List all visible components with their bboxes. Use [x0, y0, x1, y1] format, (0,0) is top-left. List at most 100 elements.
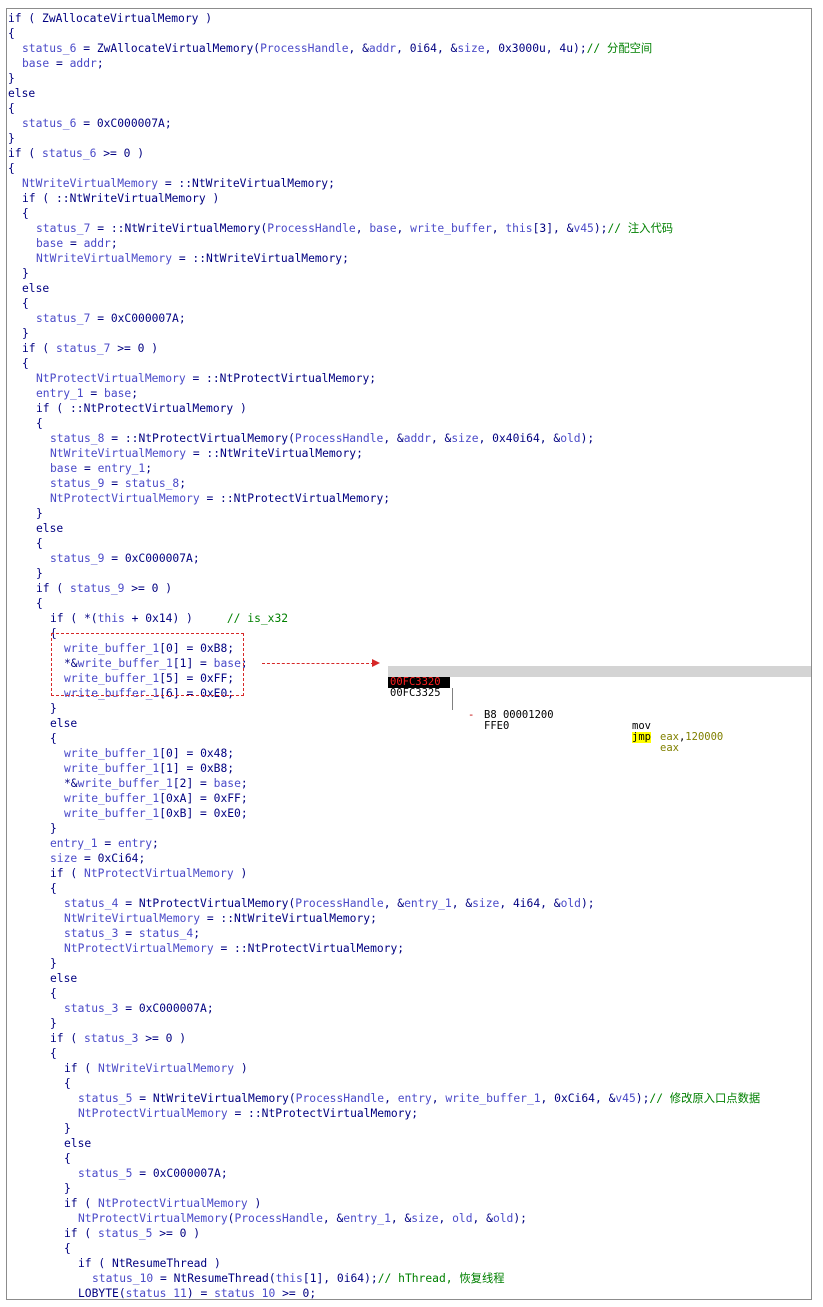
code-line[interactable]: if ( NtProtectVirtualMemory ) — [64, 1196, 261, 1211]
code-line[interactable]: { — [50, 731, 57, 746]
code-punct: = — [104, 477, 125, 490]
code-line[interactable]: } — [8, 71, 15, 86]
code-line[interactable]: { — [50, 1046, 57, 1061]
code-line[interactable]: { — [64, 1241, 71, 1256]
code-line[interactable]: { — [36, 596, 43, 611]
code-variable: status_3 — [84, 1032, 139, 1045]
code-line[interactable]: if ( ::NtProtectVirtualMemory ) — [36, 401, 247, 416]
code-line[interactable]: if ( status_5 >= 0 ) — [64, 1226, 200, 1241]
disasm-row[interactable]: 00FC3320 B8 00001200 mov eax,120000 — [388, 666, 811, 743]
code-line[interactable]: { — [50, 881, 57, 896]
code-line[interactable]: NtProtectVirtualMemory = ::NtProtectVirt… — [50, 491, 390, 506]
code-line[interactable]: NtWriteVirtualMemory = ::NtWriteVirtualM… — [22, 176, 335, 191]
code-function: NtWriteVirtualMemory — [124, 222, 261, 235]
code-line[interactable]: status_6 = 0xC000007A; — [22, 116, 172, 131]
code-line[interactable]: if ( status_3 >= 0 ) — [50, 1031, 186, 1046]
code-line[interactable]: } — [64, 1181, 71, 1196]
code-punct: if ( — [22, 342, 57, 355]
code-line[interactable]: base = addr; — [22, 56, 104, 71]
code-line[interactable]: { — [50, 986, 57, 1001]
code-punct: ); — [593, 222, 608, 235]
code-line[interactable]: NtWriteVirtualMemory = ::NtWriteVirtualM… — [50, 446, 363, 461]
code-line[interactable]: { — [22, 206, 29, 221]
code-line[interactable]: if ( NtProtectVirtualMemory ) — [50, 866, 247, 881]
code-variable: write_buffer_1 — [445, 1092, 541, 1105]
code-line[interactable]: status_9 = status_8; — [50, 476, 186, 491]
code-line[interactable]: status_6 = ZwAllocateVirtualMemory(Proce… — [22, 41, 652, 56]
code-line[interactable]: { — [8, 101, 15, 116]
code-line[interactable]: entry_1 = entry; — [50, 836, 159, 851]
code-line[interactable]: } — [36, 566, 43, 581]
code-line[interactable]: status_5 = 0xC000007A; — [78, 1166, 228, 1181]
code-line[interactable]: NtProtectVirtualMemory = ::NtProtectVirt… — [78, 1106, 418, 1121]
code-line[interactable]: NtProtectVirtualMemory = ::NtProtectVirt… — [36, 371, 376, 386]
code-line[interactable]: } — [50, 701, 57, 716]
code-line[interactable]: status_9 = 0xC000007A; — [50, 551, 200, 566]
code-line[interactable]: } — [50, 956, 57, 971]
code-line[interactable]: if ( status_9 >= 0 ) — [36, 581, 172, 596]
code-variable: status_6 — [42, 147, 97, 160]
code-line[interactable]: { — [22, 296, 29, 311]
code-variable: this — [97, 612, 125, 625]
code-line[interactable]: base = entry_1; — [50, 461, 152, 476]
code-line[interactable]: status_8 = ::NtProtectVirtualMemory(Proc… — [50, 431, 594, 446]
code-punct: = :: — [186, 447, 221, 460]
code-line[interactable]: if ( *(this + 0x14) ) // is_x32 — [50, 611, 288, 626]
code-line[interactable]: } — [36, 506, 43, 521]
code-line[interactable]: status_3 = 0xC000007A; — [64, 1001, 214, 1016]
code-line[interactable]: write_buffer_1[0xA] = 0xFF; — [64, 791, 248, 806]
code-line[interactable]: NtProtectVirtualMemory = ::NtProtectVirt… — [64, 941, 404, 956]
code-line[interactable]: } — [22, 326, 29, 341]
code-line[interactable]: entry_1 = base; — [36, 386, 138, 401]
code-line[interactable]: base = addr; — [36, 236, 118, 251]
code-number: 0i64 — [409, 42, 437, 55]
code-line[interactable]: status_7 = 0xC000007A; — [36, 311, 186, 326]
code-line[interactable]: LOBYTE(status_11) = status_10 >= 0; — [78, 1286, 316, 1299]
code-punct: ; — [110, 237, 118, 250]
code-line[interactable]: if ( NtResumeThread ) — [78, 1256, 221, 1271]
code-punct: , & — [383, 432, 404, 445]
code-line[interactable]: if ( NtWriteVirtualMemory ) — [64, 1061, 248, 1076]
code-line[interactable]: size = 0xCi64; — [50, 851, 145, 866]
code-variable: status_8 — [50, 432, 105, 445]
code-line[interactable]: status_3 = status_4; — [64, 926, 200, 941]
code-line[interactable]: } — [22, 266, 29, 281]
code-line[interactable]: if ( ::NtWriteVirtualMemory ) — [22, 191, 219, 206]
code-line[interactable]: else — [50, 971, 77, 986]
code-line[interactable]: else — [22, 281, 49, 296]
code-line[interactable]: if ( status_7 >= 0 ) — [22, 341, 158, 356]
code-line[interactable]: *&write_buffer_1[2] = base; — [64, 776, 248, 791]
code-line[interactable]: { — [36, 536, 43, 551]
code-line[interactable]: { — [22, 356, 29, 371]
code-line[interactable]: write_buffer_1[1] = 0xB8; — [64, 761, 234, 776]
code-line[interactable]: else — [64, 1136, 91, 1151]
code-line[interactable]: write_buffer_1[0] = 0x48; — [64, 746, 234, 761]
code-line[interactable]: } — [50, 1016, 57, 1031]
code-line[interactable]: { — [8, 161, 15, 176]
code-punct: ; — [342, 252, 349, 265]
code-line[interactable]: if ( ZwAllocateVirtualMemory ) — [8, 11, 212, 26]
code-line[interactable]: status_7 = ::NtWriteVirtualMemory(Proces… — [36, 221, 673, 236]
code-line[interactable]: NtWriteVirtualMemory = ::NtWriteVirtualM… — [36, 251, 349, 266]
code-line[interactable]: } — [50, 821, 57, 836]
code-line[interactable]: { — [64, 1151, 71, 1166]
code-line[interactable]: } — [64, 1121, 71, 1136]
code-line[interactable]: status_5 = NtWriteVirtualMemory(ProcessH… — [78, 1091, 760, 1106]
code-number: 0xCi64 — [554, 1092, 595, 1105]
code-line[interactable]: NtWriteVirtualMemory = ::NtWriteVirtualM… — [64, 911, 377, 926]
code-punct: ( — [288, 1092, 296, 1105]
code-line[interactable]: { — [64, 1076, 71, 1091]
code-punct: ; — [192, 552, 200, 565]
disasm-row[interactable]: 00FC3325 - FFE0 jmp eax — [388, 677, 811, 754]
code-line[interactable]: status_10 = NtResumeThread(this[1], 0i64… — [92, 1271, 505, 1286]
code-line[interactable]: else — [36, 521, 63, 536]
code-line[interactable]: write_buffer_1[0xB] = 0xE0; — [64, 806, 248, 821]
code-line[interactable]: if ( status_6 >= 0 ) — [8, 146, 144, 161]
code-line[interactable]: else — [8, 86, 35, 101]
code-line[interactable]: status_4 = NtProtectVirtualMemory(Proces… — [64, 896, 595, 911]
code-line[interactable]: } — [8, 131, 15, 146]
code-line[interactable]: NtProtectVirtualMemory(ProcessHandle, &e… — [78, 1211, 527, 1226]
code-line[interactable]: { — [8, 26, 15, 41]
code-line[interactable]: else — [50, 716, 77, 731]
code-line[interactable]: { — [36, 416, 43, 431]
